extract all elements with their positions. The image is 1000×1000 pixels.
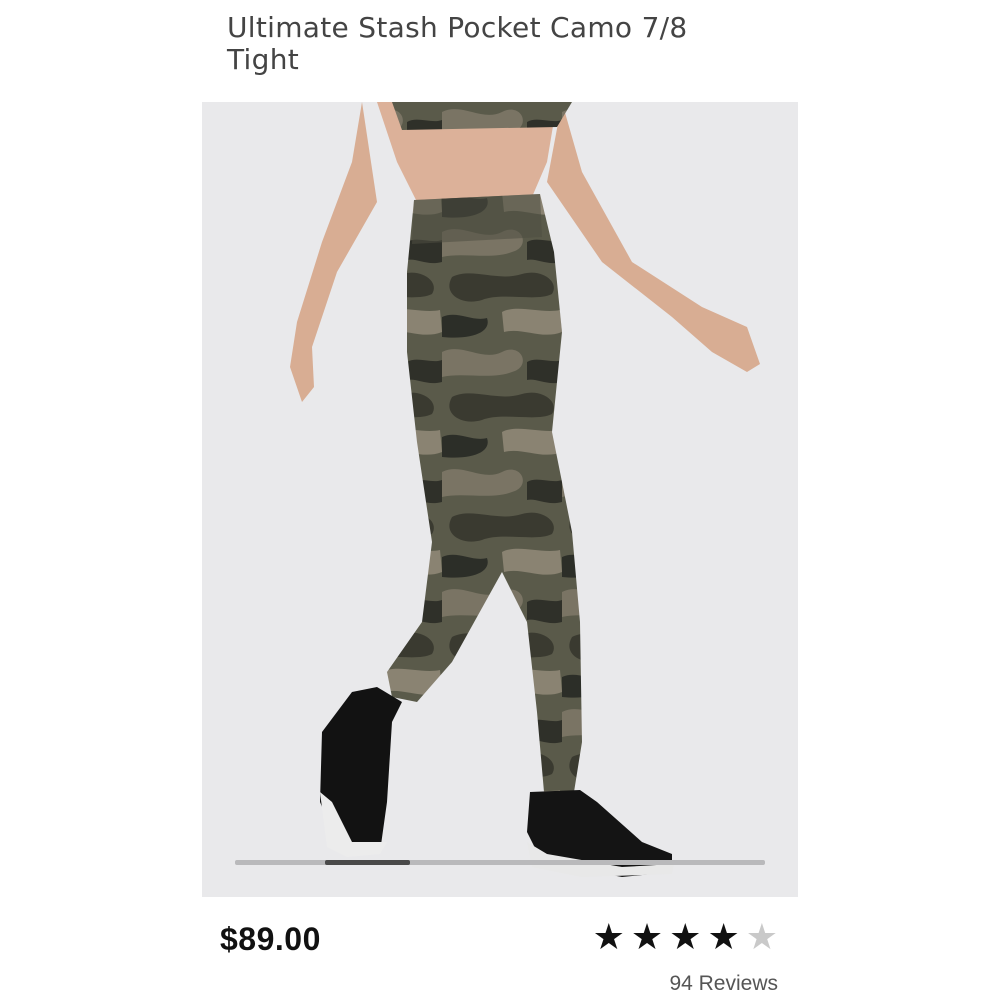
star-full-icon: ★ <box>592 917 625 958</box>
product-price: $89.00 <box>220 921 321 957</box>
star-empty-icon: ★ <box>745 917 778 958</box>
product-page: Ultimate Stash Pocket Camo 7/8 Tight $89… <box>0 0 1000 1000</box>
star-rating[interactable]: ★ ★ ★ ★ ★ <box>593 918 778 958</box>
product-title: Ultimate Stash Pocket Camo 7/8 Tight <box>227 11 688 76</box>
star-full-icon: ★ <box>630 917 664 958</box>
reviews-count-link[interactable]: 94 Reviews <box>669 972 778 996</box>
image-scrollbar-thumb[interactable] <box>325 860 410 865</box>
image-scrollbar-track[interactable] <box>235 860 765 865</box>
star-full-icon: ★ <box>707 917 740 958</box>
star-full-icon: ★ <box>669 917 702 958</box>
product-photo <box>290 102 760 877</box>
product-image-gallery[interactable] <box>202 102 798 897</box>
